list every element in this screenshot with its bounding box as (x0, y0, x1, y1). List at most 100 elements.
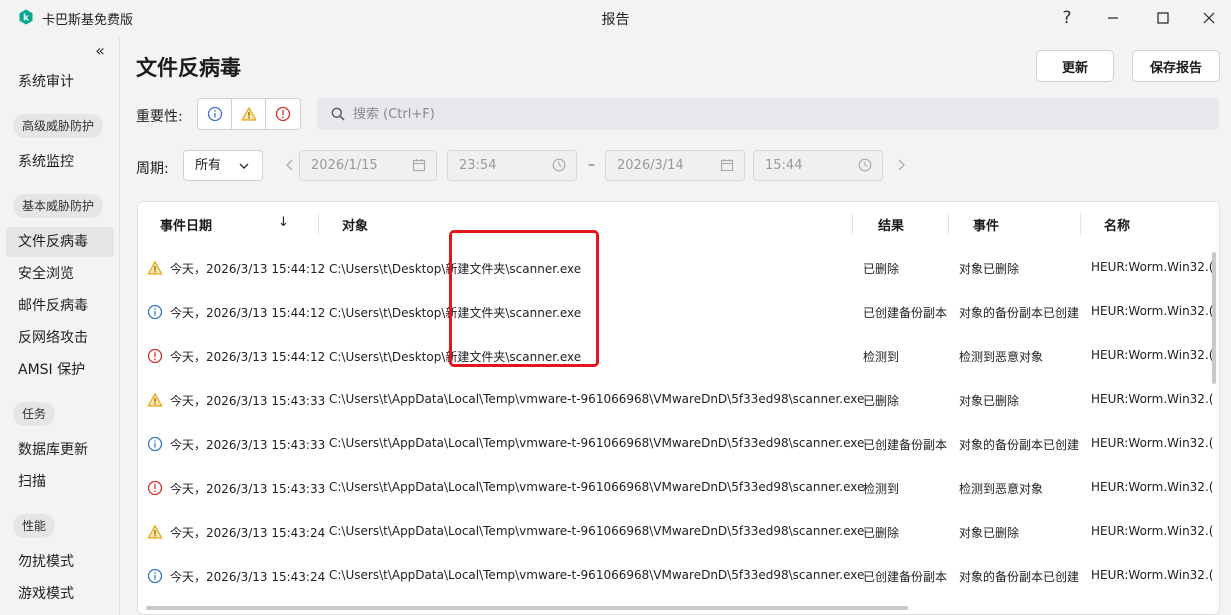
cell-object: C:\Users\t\Desktop\新建文件夹\scanner.exe (329, 350, 582, 364)
column-divider[interactable] (852, 213, 853, 235)
close-button[interactable] (1186, 4, 1231, 32)
time-to-field[interactable]: 15:44 (753, 150, 883, 181)
table-row[interactable]: 今天，2026/3/13 15:43:33 C:\Users\t\AppData\… (138, 378, 1219, 422)
column-header-name[interactable]: 名称 (1104, 215, 1130, 234)
critical-icon (275, 106, 291, 122)
row-severity (147, 392, 163, 408)
cell-result: 已删除 (863, 526, 900, 540)
sidebar: « 系统审计 高级威胁防护 系统监控 基本威胁防护 文件反病毒 安全浏览 邮件反… (0, 36, 118, 615)
update-button[interactable]: 更新 (1036, 50, 1114, 82)
table-row[interactable]: 今天，2026/3/13 15:44:12 C:\Users\t\Desktop\… (138, 246, 1219, 290)
events-table: 事件日期 ↓ 对象 结果 事件 名称 今天，2026/3/13 15:44:12… (137, 201, 1220, 615)
table-row[interactable]: 今天，2026/3/13 15:43:24 C:\Users\t\AppData\… (138, 554, 1219, 598)
cell-date: 今天，2026/3/13 15:43:33 (170, 482, 326, 496)
sidebar-item-do-not-disturb[interactable]: 勿扰模式 (6, 547, 114, 577)
table-header: 事件日期 ↓ 对象 结果 事件 名称 (138, 202, 1219, 246)
time-from-field[interactable]: 23:54 (447, 150, 577, 181)
column-header-event[interactable]: 事件 (973, 215, 999, 234)
column-header-date[interactable]: 事件日期 (160, 215, 212, 234)
critical-icon (147, 348, 163, 364)
cell-result: 检测到 (863, 482, 900, 496)
severity-info-toggle[interactable] (198, 99, 232, 129)
chevron-left-icon (286, 159, 293, 171)
sidebar-item-database-update[interactable]: 数据库更新 (6, 435, 114, 465)
date-from-field[interactable]: 2026/1/15 (299, 150, 437, 181)
sidebar-item-file-antivirus[interactable]: 文件反病毒 (6, 227, 114, 257)
search-box[interactable] (317, 98, 1219, 130)
collapse-sidebar-button[interactable]: « (90, 40, 110, 60)
date-to-value: 2026/3/14 (617, 158, 684, 173)
calendar-icon (720, 159, 734, 172)
cell-name: HEUR:Worm.Win32.( (1091, 436, 1214, 450)
cell-name: HEUR:Worm.Win32.( (1091, 260, 1214, 274)
calendar-icon (412, 159, 426, 172)
date-from-value: 2026/1/15 (311, 158, 378, 173)
period-label: 周期: (136, 161, 169, 177)
severity-label: 重要性: (136, 109, 183, 125)
cell-date: 今天，2026/3/13 15:44:12 (170, 350, 326, 364)
cell-object: C:\Users\t\AppData\Local\Temp\vmware-t-9… (329, 568, 865, 582)
table-row[interactable]: 今天，2026/3/13 15:44:12 C:\Users\t\Desktop\… (138, 290, 1219, 334)
prev-period-button[interactable] (283, 156, 297, 174)
row-severity (147, 260, 163, 276)
sidebar-item-system-monitor[interactable]: 系统监控 (6, 147, 114, 177)
minimize-button[interactable] (1090, 4, 1136, 32)
table-row[interactable]: 今天，2026/3/13 15:43:33 C:\Users\t\AppData\… (138, 422, 1219, 466)
column-divider[interactable] (318, 213, 319, 235)
cell-result: 已创建备份副本 (863, 306, 948, 320)
search-input[interactable] (353, 106, 1153, 122)
column-divider[interactable] (948, 213, 949, 235)
cell-date: 今天，2026/3/13 15:43:24 (170, 526, 326, 540)
chevron-right-icon (898, 159, 905, 171)
info-icon (147, 436, 163, 452)
help-button[interactable]: ? (1044, 4, 1090, 32)
sidebar-item-amsi[interactable]: AMSI 保护 (6, 355, 114, 385)
horizontal-scrollbar[interactable] (146, 606, 908, 610)
vertical-scrollbar[interactable] (1212, 252, 1216, 384)
cell-date: 今天，2026/3/13 15:43:33 (170, 438, 326, 452)
cell-result: 已创建备份副本 (863, 570, 948, 584)
row-severity (147, 480, 163, 496)
severity-critical-toggle[interactable] (266, 99, 300, 129)
row-severity (147, 436, 163, 452)
date-to-field[interactable]: 2026/3/14 (605, 150, 745, 181)
table-row[interactable]: 今天，2026/3/13 15:43:24 C:\Users\t\AppData\… (138, 510, 1219, 554)
cell-date: 今天，2026/3/13 15:44:12 (170, 306, 326, 320)
critical-icon (147, 480, 163, 496)
table-row[interactable]: 今天，2026/3/13 15:44:12 C:\Users\t\Desktop\… (138, 334, 1219, 378)
maximize-button[interactable] (1140, 4, 1186, 32)
row-severity (147, 524, 163, 540)
app-name: 卡巴斯基免费版 (42, 13, 134, 28)
cell-event: 对象的备份副本已创建 (959, 570, 1080, 584)
search-icon (331, 107, 345, 121)
cell-result: 检测到 (863, 350, 900, 364)
kaspersky-logo-icon: k (19, 9, 33, 25)
double-chevron-left-icon: « (95, 40, 105, 60)
column-header-result[interactable]: 结果 (878, 215, 904, 234)
cell-object: C:\Users\t\AppData\Local\Temp\vmware-t-9… (329, 524, 865, 538)
sidebar-item-game-mode[interactable]: 游戏模式 (6, 579, 114, 609)
severity-warning-toggle[interactable] (232, 99, 266, 129)
period-select[interactable]: 所有 (183, 150, 263, 181)
sidebar-item-system-audit[interactable]: 系统审计 (6, 67, 114, 97)
next-period-button[interactable] (894, 156, 908, 174)
table-row[interactable]: 今天，2026/3/13 15:43:33 C:\Users\t\AppData\… (138, 466, 1219, 510)
sidebar-item-mail-antivirus[interactable]: 邮件反病毒 (6, 291, 114, 321)
sidebar-item-safe-browsing[interactable]: 安全浏览 (6, 259, 114, 289)
cell-event: 检测到恶意对象 (959, 350, 1044, 364)
cell-date: 今天，2026/3/13 15:43:24 (170, 570, 326, 584)
sidebar-item-network-attack[interactable]: 反网络攻击 (6, 323, 114, 353)
sidebar-group-basic-threat: 基本威胁防护 (13, 194, 104, 218)
cell-event: 对象的备份副本已创建 (959, 306, 1080, 320)
cell-event: 对象的备份副本已创建 (959, 438, 1080, 452)
cell-name: HEUR:Worm.Win32.( (1091, 304, 1214, 318)
svg-text:k: k (23, 14, 30, 24)
cell-date: 今天，2026/3/13 15:44:12 (170, 262, 326, 276)
sidebar-item-scan[interactable]: 扫描 (6, 467, 114, 497)
sort-descending-icon[interactable]: ↓ (278, 215, 289, 230)
cell-object: C:\Users\t\AppData\Local\Temp\vmware-t-9… (329, 436, 865, 450)
cell-name: HEUR:Worm.Win32.( (1091, 480, 1214, 494)
column-divider[interactable] (1080, 213, 1081, 235)
column-header-object[interactable]: 对象 (342, 215, 368, 234)
save-report-button[interactable]: 保存报告 (1132, 50, 1220, 82)
